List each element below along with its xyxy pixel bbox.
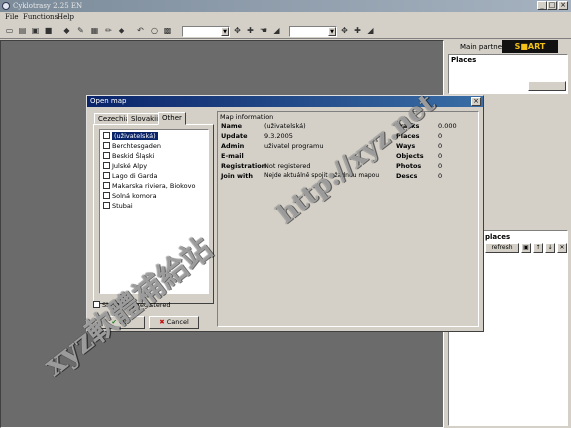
list-item[interactable]: Makarska riviera, Biokovo	[103, 182, 195, 191]
check-icon: ✔	[111, 318, 117, 326]
show-registered-option[interactable]: Show only registered	[93, 301, 170, 309]
open-map-dialog: Open map × Cezechia Slovakiia Other (uži…	[86, 95, 484, 332]
info-value-admin: uživatel programu	[264, 142, 324, 150]
places-header: Places	[451, 56, 477, 64]
window-title: Cyklotrasy 2.25 EN	[13, 2, 83, 10]
ruler-icon[interactable]: ◢	[272, 26, 281, 35]
info-value-join: Nejde aktuálně spojit s žádnou mapou	[264, 172, 380, 179]
tab-other[interactable]: Other	[158, 112, 186, 125]
checkbox[interactable]	[103, 182, 110, 189]
partner-logo[interactable]: S■ART	[502, 40, 558, 53]
checkbox[interactable]	[103, 132, 110, 139]
chevron-down-icon[interactable]: ▼	[221, 27, 229, 36]
info-value-photos: 0	[438, 162, 443, 170]
menu-file[interactable]: File	[5, 13, 18, 21]
map-info-header: Map information	[220, 113, 274, 121]
checkbox[interactable]	[103, 172, 110, 179]
book-icon[interactable]: ◆	[62, 26, 71, 35]
list-item[interactable]: Beskid Śląski	[103, 152, 154, 161]
partner-label: Main partner	[460, 43, 505, 51]
show-registered-label: Show only registered	[102, 301, 171, 309]
move-icon[interactable]: ✥	[233, 26, 242, 35]
measure-icon[interactable]: ◢	[366, 26, 375, 35]
info-value-places: 0	[438, 132, 443, 140]
map-list[interactable]: (uživatelská) Berchtesgaden Beskid Śląsk…	[99, 129, 209, 294]
circle-icon[interactable]: ○	[150, 26, 159, 35]
info-label-tracks: Tracks	[396, 122, 420, 130]
info-value-name: (uživatelská)	[264, 122, 306, 130]
zoom-in-icon[interactable]: ✚	[246, 26, 255, 35]
minimize-button[interactable]: _	[537, 1, 547, 10]
toolbar: ▭ ▤ ▣ ■ ◆ ✎ ▦ ✏ ⬥ ↶ ○ ▩ ▼ ✥ ✚ ☚ ◢ ▼ ✥ ✚ …	[0, 23, 571, 39]
list-item[interactable]: Julské Alpy	[103, 162, 147, 171]
cross-icon: ✖	[159, 318, 165, 326]
up-icon[interactable]: ↑	[533, 243, 543, 253]
pen-icon[interactable]: ✎	[76, 26, 85, 35]
down-icon[interactable]: ↓	[545, 243, 555, 253]
close-button[interactable]: ×	[558, 1, 568, 10]
checkbox[interactable]	[103, 202, 110, 209]
tool-icon[interactable]: ✥	[340, 26, 349, 35]
refresh-button[interactable]: refresh	[485, 243, 519, 253]
window-title-bar: Cyklotrasy 2.25 EN _ □ ×	[0, 0, 571, 12]
list-item[interactable]: Stubai	[103, 202, 133, 211]
app-icon	[2, 2, 10, 10]
checkbox[interactable]	[103, 192, 110, 199]
list-item[interactable]: Solná komora	[103, 192, 157, 201]
zoom-out-icon[interactable]: ✚	[353, 26, 362, 35]
info-label-email: E-mail	[221, 152, 244, 160]
hand-icon[interactable]: ☚	[259, 26, 268, 35]
cancel-button[interactable]: ✖ Cancel	[149, 316, 199, 329]
checkbox[interactable]	[103, 162, 110, 169]
menu-bar: File Functions Help	[0, 12, 571, 23]
menu-functions[interactable]: Functions	[23, 13, 58, 21]
map-info-panel: Map information Name (uživatelská) Updat…	[217, 111, 479, 327]
info-value-registration: Not registered	[264, 162, 311, 170]
folder-icon[interactable]: ▤	[18, 26, 27, 35]
pencil-icon[interactable]: ✏	[104, 26, 113, 35]
tab-panel: (uživatelská) Berchtesgaden Beskid Śląsk…	[93, 124, 214, 304]
save-icon[interactable]: ▣	[31, 26, 40, 35]
edit-icon[interactable]: ▣	[521, 243, 531, 253]
eraser-icon[interactable]: ⬥	[117, 26, 126, 35]
info-label-name: Name	[221, 122, 243, 130]
delete-icon[interactable]: ✕	[557, 243, 567, 253]
maximize-button[interactable]: □	[547, 1, 557, 10]
dialog-title-bar: Open map ×	[87, 96, 483, 107]
info-label-photos: Photos	[396, 162, 422, 170]
info-label-objects: Objects	[396, 152, 424, 160]
info-label-join: Join with	[221, 172, 253, 180]
dialog-title: Open map	[90, 97, 127, 105]
list-item[interactable]: Berchtesgaden	[103, 142, 161, 151]
info-label-descs: Descs	[396, 172, 418, 180]
chevron-down-icon[interactable]: ▼	[328, 27, 336, 36]
layer-combo[interactable]: ▼	[289, 26, 337, 37]
info-value-descs: 0	[438, 172, 443, 180]
info-label-update: Update	[221, 132, 248, 140]
info-label-ways: Ways	[396, 142, 416, 150]
checkbox[interactable]	[103, 142, 110, 149]
list-item[interactable]: Lago di Garda	[103, 172, 157, 181]
view-button[interactable]	[528, 81, 566, 91]
map-icon[interactable]: ▩	[163, 26, 172, 35]
info-label-places: Places	[396, 132, 420, 140]
info-label-registration: Registration	[221, 162, 267, 170]
show-registered-checkbox[interactable]	[93, 301, 100, 308]
grid-icon[interactable]: ▦	[90, 26, 99, 35]
info-label-admin: Admin	[221, 142, 245, 150]
info-value-update: 9.3.2005	[264, 132, 293, 140]
print-icon[interactable]: ■	[44, 26, 53, 35]
ok-button[interactable]: ✔ OK	[95, 316, 145, 329]
info-value-ways: 0	[438, 142, 443, 150]
zoom-combo[interactable]: ▼	[182, 26, 230, 37]
dialog-close-button[interactable]: ×	[471, 97, 481, 106]
list-item[interactable]: (uživatelská)	[103, 132, 158, 141]
info-value-objects: 0	[438, 152, 443, 160]
info-value-tracks: 0.000	[438, 122, 457, 130]
menu-help[interactable]: Help	[57, 13, 74, 21]
open-icon[interactable]: ▭	[5, 26, 14, 35]
checkbox[interactable]	[103, 152, 110, 159]
undo-icon[interactable]: ↶	[136, 26, 145, 35]
places2-header: places	[485, 233, 511, 241]
